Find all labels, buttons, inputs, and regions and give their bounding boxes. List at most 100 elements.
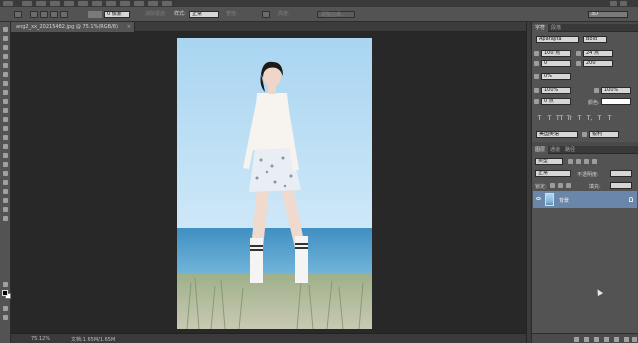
visibility-eye-icon[interactable] bbox=[536, 197, 541, 200]
foreground-color-swatch[interactable] bbox=[2, 290, 8, 296]
lock-pixels-icon[interactable] bbox=[550, 183, 555, 188]
leading-input[interactable]: 24 点 bbox=[583, 50, 613, 57]
lock-position-icon[interactable] bbox=[558, 183, 563, 188]
filter-pixel-icon[interactable] bbox=[568, 159, 573, 164]
tsume-input[interactable]: 0% bbox=[541, 73, 571, 80]
eraser-tool-icon[interactable] bbox=[2, 116, 9, 123]
tracking-input[interactable]: 200 bbox=[583, 60, 613, 67]
quick-select-tool-icon[interactable] bbox=[2, 53, 9, 60]
document-tab[interactable]: ang2_xx_20215482.jpg @ 75.1%(RGB/8) × bbox=[11, 22, 135, 32]
clone-stamp-tool-icon[interactable] bbox=[2, 98, 9, 105]
document-canvas[interactable] bbox=[177, 38, 372, 329]
tab-character[interactable]: 字符 bbox=[532, 24, 549, 32]
marquee-tool-icon[interactable] bbox=[2, 35, 9, 42]
zoom-level[interactable]: 75.12% bbox=[31, 336, 50, 342]
shape-tool-icon[interactable] bbox=[2, 179, 9, 186]
menu-help[interactable] bbox=[162, 1, 172, 6]
text-color-swatch[interactable] bbox=[601, 98, 631, 105]
minimize-icon[interactable] bbox=[610, 1, 617, 6]
blend-mode-select[interactable]: 正常 bbox=[535, 170, 571, 177]
close-icon[interactable] bbox=[620, 1, 627, 6]
menu-3d[interactable] bbox=[120, 1, 130, 6]
layer-kind-filter[interactable]: 类型 bbox=[535, 158, 563, 165]
faux-bold-button[interactable]: T bbox=[536, 115, 543, 122]
kerning-input[interactable]: 0 bbox=[541, 60, 571, 67]
font-style-select[interactable]: Bold bbox=[583, 36, 607, 43]
move-tool-icon[interactable] bbox=[2, 26, 9, 33]
lasso-tool-icon[interactable] bbox=[2, 44, 9, 51]
pen-tool-icon[interactable] bbox=[2, 152, 9, 159]
crop-tool-icon[interactable] bbox=[2, 62, 9, 69]
all-caps-button[interactable]: TT bbox=[556, 115, 563, 122]
hand-tool-icon[interactable] bbox=[2, 206, 9, 213]
new-layer-icon[interactable] bbox=[624, 337, 629, 342]
font-family-select[interactable]: Aparajita bbox=[536, 36, 579, 43]
path-select-tool-icon[interactable] bbox=[2, 170, 9, 177]
new-selection-icon[interactable] bbox=[30, 11, 38, 18]
link-layers-icon[interactable] bbox=[574, 337, 579, 342]
history-brush-tool-icon[interactable] bbox=[2, 107, 9, 114]
blur-tool-icon[interactable] bbox=[2, 134, 9, 141]
layer-name[interactable]: 背景 bbox=[559, 197, 569, 204]
baseline-shift-input[interactable]: 0 点 bbox=[541, 98, 571, 105]
close-tab-icon[interactable]: × bbox=[127, 22, 131, 32]
underline-button[interactable]: T bbox=[596, 115, 603, 122]
healing-brush-tool-icon[interactable] bbox=[2, 80, 9, 87]
feather-input[interactable]: 0 像素 bbox=[104, 11, 130, 18]
swap-colors-icon[interactable] bbox=[2, 281, 9, 288]
quick-mask-icon[interactable] bbox=[2, 305, 9, 312]
tab-paths[interactable]: 路径 bbox=[562, 146, 578, 154]
type-tool-icon[interactable] bbox=[2, 161, 9, 168]
filter-adjustment-icon[interactable] bbox=[576, 159, 581, 164]
vertical-scale-input[interactable]: 100% bbox=[541, 87, 571, 94]
menu-type[interactable] bbox=[78, 1, 88, 6]
menu-view[interactable] bbox=[134, 1, 144, 6]
layer-mask-icon[interactable] bbox=[594, 337, 599, 342]
antialias-checkbox[interactable]: 消除锯齿 bbox=[145, 11, 165, 18]
subscript-button[interactable]: T, bbox=[586, 115, 593, 122]
filter-type-icon[interactable] bbox=[584, 159, 589, 164]
swap-dimensions-icon[interactable] bbox=[262, 11, 270, 18]
faux-italic-button[interactable]: T bbox=[546, 115, 553, 122]
language-select[interactable]: 美国英语 bbox=[536, 131, 578, 138]
tool-preset-picker[interactable] bbox=[14, 11, 22, 18]
layer-row-background[interactable]: 背景 bbox=[533, 191, 637, 208]
menu-filter[interactable] bbox=[106, 1, 116, 6]
intersect-selection-icon[interactable] bbox=[60, 11, 68, 18]
menu-file[interactable] bbox=[22, 1, 32, 6]
app-logo[interactable] bbox=[3, 1, 13, 6]
screen-mode-icon[interactable] bbox=[2, 314, 9, 321]
fill-input[interactable] bbox=[610, 182, 632, 189]
new-group-icon[interactable] bbox=[614, 337, 619, 342]
tab-channels[interactable]: 通道 bbox=[547, 146, 563, 154]
menu-image[interactable] bbox=[50, 1, 60, 6]
dodge-tool-icon[interactable] bbox=[2, 143, 9, 150]
menu-window[interactable] bbox=[148, 1, 158, 6]
3d-tool-icon[interactable] bbox=[2, 188, 9, 195]
antialias-select[interactable]: 锐利 bbox=[589, 131, 619, 138]
lock-all-icon[interactable] bbox=[566, 183, 571, 188]
refine-edge-button[interactable]: 调整边缘... bbox=[317, 11, 355, 18]
brush-tool-icon[interactable] bbox=[2, 89, 9, 96]
horizontal-scale-input[interactable]: 100% bbox=[601, 87, 631, 94]
adjustment-layer-icon[interactable] bbox=[604, 337, 609, 342]
menu-select[interactable] bbox=[92, 1, 102, 6]
tab-layers[interactable]: 图层 bbox=[532, 146, 549, 154]
add-selection-icon[interactable] bbox=[40, 11, 48, 18]
3d-camera-tool-icon[interactable] bbox=[2, 197, 9, 204]
gradient-tool-icon[interactable] bbox=[2, 125, 9, 132]
tab-paragraph[interactable]: 段落 bbox=[548, 24, 564, 32]
opacity-input[interactable] bbox=[610, 170, 632, 177]
menu-edit[interactable] bbox=[36, 1, 46, 6]
layer-style-icon[interactable] bbox=[584, 337, 589, 342]
style-select[interactable]: 正常 bbox=[189, 11, 219, 18]
menu-layer[interactable] bbox=[64, 1, 74, 6]
zoom-tool-icon[interactable] bbox=[2, 215, 9, 222]
subtract-selection-icon[interactable] bbox=[50, 11, 58, 18]
workspace-switcher[interactable]: 3D bbox=[588, 11, 628, 18]
delete-layer-icon[interactable] bbox=[632, 337, 637, 342]
eyedropper-tool-icon[interactable] bbox=[2, 71, 9, 78]
superscript-button[interactable]: T bbox=[576, 115, 583, 122]
strikethrough-button[interactable]: T bbox=[606, 115, 613, 122]
font-size-input[interactable]: 100 点 bbox=[541, 50, 571, 57]
